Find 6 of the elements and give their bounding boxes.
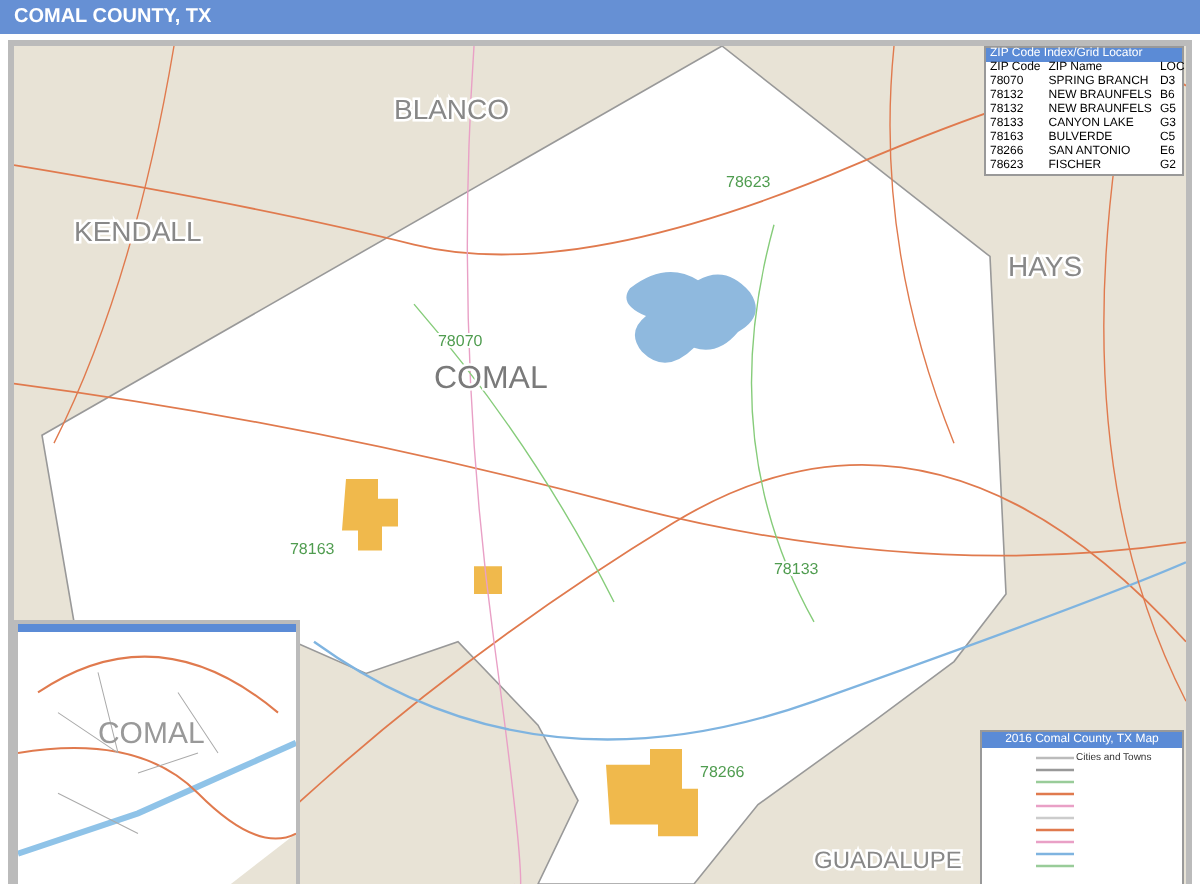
lake [626,272,756,363]
inset-label: COMAL [98,716,205,751]
map-title: COMAL COUNTY, TX [14,6,212,28]
legend-line-samples [1036,756,1074,868]
neighbor-county-label: HAYS [1008,250,1083,283]
neighbor-county-label: GUADALUPE [814,846,962,875]
